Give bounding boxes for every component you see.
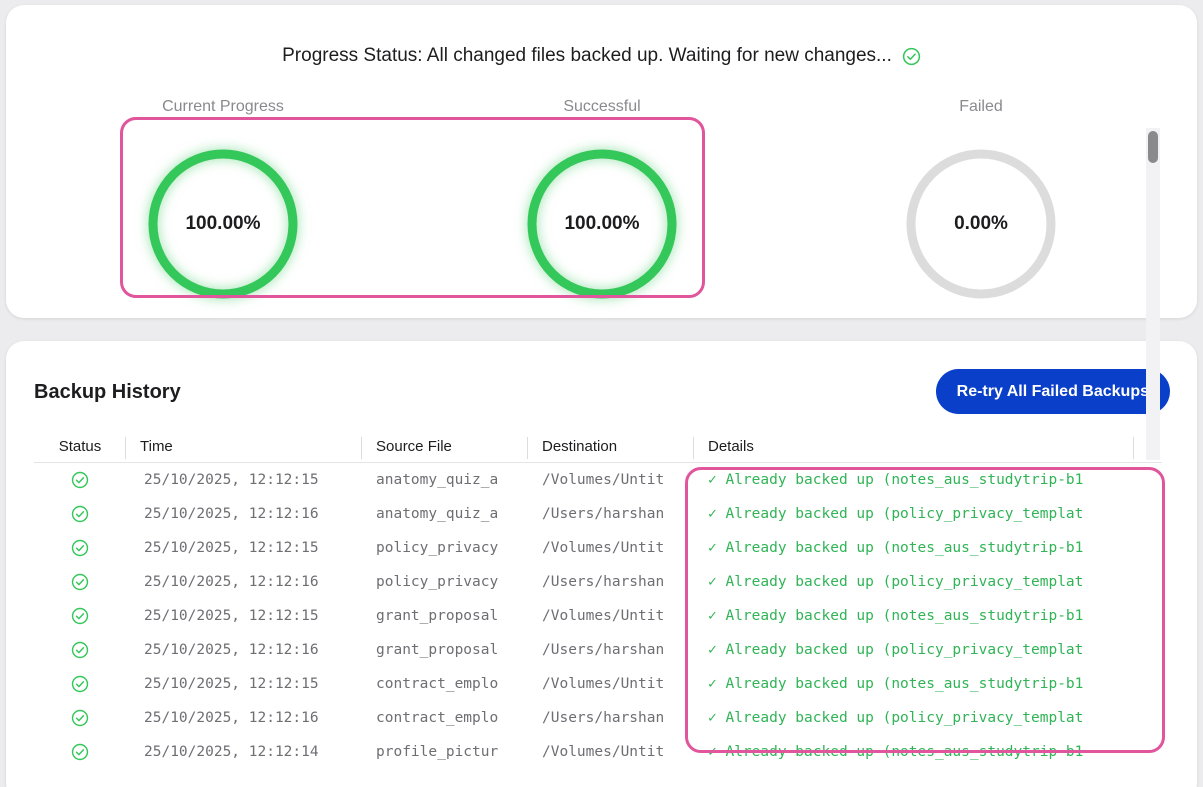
check-circle-icon bbox=[34, 573, 126, 591]
table-row[interactable]: 25/10/2025, 12:12:15 policy_privacy/Volu… bbox=[34, 531, 1162, 565]
check-circle-icon bbox=[34, 539, 126, 557]
metric-current-progress: Current Progress 100.00% bbox=[73, 97, 373, 304]
check-circle-icon bbox=[902, 47, 921, 66]
progress-ring-successful: 100.00% bbox=[522, 144, 682, 304]
row-source-file: policy_privacy bbox=[376, 540, 499, 556]
row-time: 25/10/2025, 12:12:15 bbox=[144, 472, 319, 488]
table-row[interactable]: 25/10/2025, 12:12:15 grant_proposal/Volu… bbox=[34, 599, 1162, 633]
row-destination: /Volumes/Untit bbox=[542, 676, 665, 692]
row-source-file: anatomy_quiz_a bbox=[376, 506, 499, 522]
progress-ring-current: 100.00% bbox=[143, 144, 303, 304]
metric-label: Current Progress bbox=[162, 98, 284, 115]
table-scrollbar-track[interactable] bbox=[1146, 128, 1160, 460]
row-source-file: grant_proposal bbox=[376, 642, 499, 658]
row-time: 25/10/2025, 12:12:14 bbox=[144, 744, 319, 760]
row-details: ✓ Already backed up (notes_aus_studytrip… bbox=[708, 676, 1084, 692]
row-destination: /Users/harshan bbox=[542, 710, 665, 726]
progress-status: Progress Status: All changed files backe… bbox=[6, 45, 1197, 67]
metric-value: 100.00% bbox=[185, 213, 261, 234]
table-row[interactable]: 25/10/2025, 12:12:15 contract_emplo/Volu… bbox=[34, 667, 1162, 701]
check-circle-icon bbox=[34, 471, 126, 489]
metric-label: Successful bbox=[563, 98, 641, 115]
row-details: ✓ Already backed up (notes_aus_studytrip… bbox=[708, 608, 1084, 624]
row-details: ✓ Already backed up (notes_aus_studytrip… bbox=[708, 472, 1084, 488]
metric-value: 100.00% bbox=[564, 213, 640, 234]
column-header-details[interactable]: Details bbox=[694, 433, 1134, 462]
table-row[interactable]: 25/10/2025, 12:12:16 grant_proposal/User… bbox=[34, 633, 1162, 667]
row-source-file: grant_proposal bbox=[376, 608, 499, 624]
row-source-file: profile_pictur bbox=[376, 744, 499, 760]
table-row[interactable]: 25/10/2025, 12:12:15 anatomy_quiz_a/Volu… bbox=[34, 463, 1162, 497]
column-header-status[interactable]: Status bbox=[34, 433, 126, 462]
table-row[interactable]: 25/10/2025, 12:12:16 contract_emplo/User… bbox=[34, 701, 1162, 735]
metric-failed: Failed 0.00% bbox=[831, 97, 1131, 304]
row-details: ✓ Already backed up (policy_privacy_temp… bbox=[708, 506, 1084, 522]
table-header: Status Time Source File Destination Deta… bbox=[34, 433, 1162, 463]
row-destination: /Volumes/Untit bbox=[542, 744, 665, 760]
row-time: 25/10/2025, 12:12:16 bbox=[144, 642, 319, 658]
row-destination: /Volumes/Untit bbox=[542, 540, 665, 556]
metric-label: Failed bbox=[959, 98, 1003, 115]
check-circle-icon bbox=[34, 607, 126, 625]
retry-failed-backups-button[interactable]: Re-try All Failed Backups bbox=[935, 369, 1170, 414]
row-time: 25/10/2025, 12:12:15 bbox=[144, 608, 319, 624]
progress-ring-failed: 0.00% bbox=[901, 144, 1061, 304]
row-time: 25/10/2025, 12:12:16 bbox=[144, 710, 319, 726]
row-destination: /Users/harshan bbox=[542, 574, 665, 590]
progress-card: Progress Status: All changed files backe… bbox=[6, 5, 1197, 318]
table-row[interactable]: 25/10/2025, 12:12:16 anatomy_quiz_a/User… bbox=[34, 497, 1162, 531]
row-details: ✓ Already backed up (notes_aus_studytrip… bbox=[708, 744, 1084, 760]
table-scrollbar-thumb[interactable] bbox=[1148, 131, 1158, 163]
row-details: ✓ Already backed up (policy_privacy_temp… bbox=[708, 710, 1084, 726]
metric-successful: Successful 100.00% bbox=[452, 97, 752, 304]
row-source-file: anatomy_quiz_a bbox=[376, 472, 499, 488]
row-time: 25/10/2025, 12:12:15 bbox=[144, 540, 319, 556]
row-time: 25/10/2025, 12:12:15 bbox=[144, 676, 319, 692]
column-header-time[interactable]: Time bbox=[126, 433, 362, 462]
row-details: ✓ Already backed up (notes_aus_studytrip… bbox=[708, 540, 1084, 556]
row-source-file: contract_emplo bbox=[376, 676, 499, 692]
column-header-destination[interactable]: Destination bbox=[528, 433, 694, 462]
check-circle-icon bbox=[34, 641, 126, 659]
row-destination: /Volumes/Untit bbox=[542, 608, 665, 624]
row-time: 25/10/2025, 12:12:16 bbox=[144, 506, 319, 522]
row-time: 25/10/2025, 12:12:16 bbox=[144, 574, 319, 590]
backup-history-card: Backup History Re-try All Failed Backups… bbox=[6, 341, 1197, 787]
check-circle-icon bbox=[34, 505, 126, 523]
check-circle-icon bbox=[34, 709, 126, 727]
row-destination: /Users/harshan bbox=[542, 642, 665, 658]
row-destination: /Users/harshan bbox=[542, 506, 665, 522]
row-destination: /Volumes/Untit bbox=[542, 472, 665, 488]
check-circle-icon bbox=[34, 675, 126, 693]
check-circle-icon bbox=[34, 743, 126, 761]
row-source-file: policy_privacy bbox=[376, 574, 499, 590]
table-row[interactable]: 25/10/2025, 12:12:14 profile_pictur/Volu… bbox=[34, 735, 1162, 769]
row-details: ✓ Already backed up (policy_privacy_temp… bbox=[708, 642, 1084, 658]
column-header-source-file[interactable]: Source File bbox=[362, 433, 528, 462]
progress-status-text: Progress Status: All changed files backe… bbox=[282, 45, 892, 66]
row-details: ✓ Already backed up (policy_privacy_temp… bbox=[708, 574, 1084, 590]
metric-value: 0.00% bbox=[954, 213, 1008, 234]
table-body[interactable]: 25/10/2025, 12:12:15 anatomy_quiz_a/Volu… bbox=[34, 463, 1162, 773]
row-source-file: contract_emplo bbox=[376, 710, 499, 726]
section-title: Backup History bbox=[34, 381, 181, 403]
table-row[interactable]: 25/10/2025, 12:12:16 policy_privacy/User… bbox=[34, 565, 1162, 599]
backup-history-table: Status Time Source File Destination Deta… bbox=[34, 433, 1162, 773]
